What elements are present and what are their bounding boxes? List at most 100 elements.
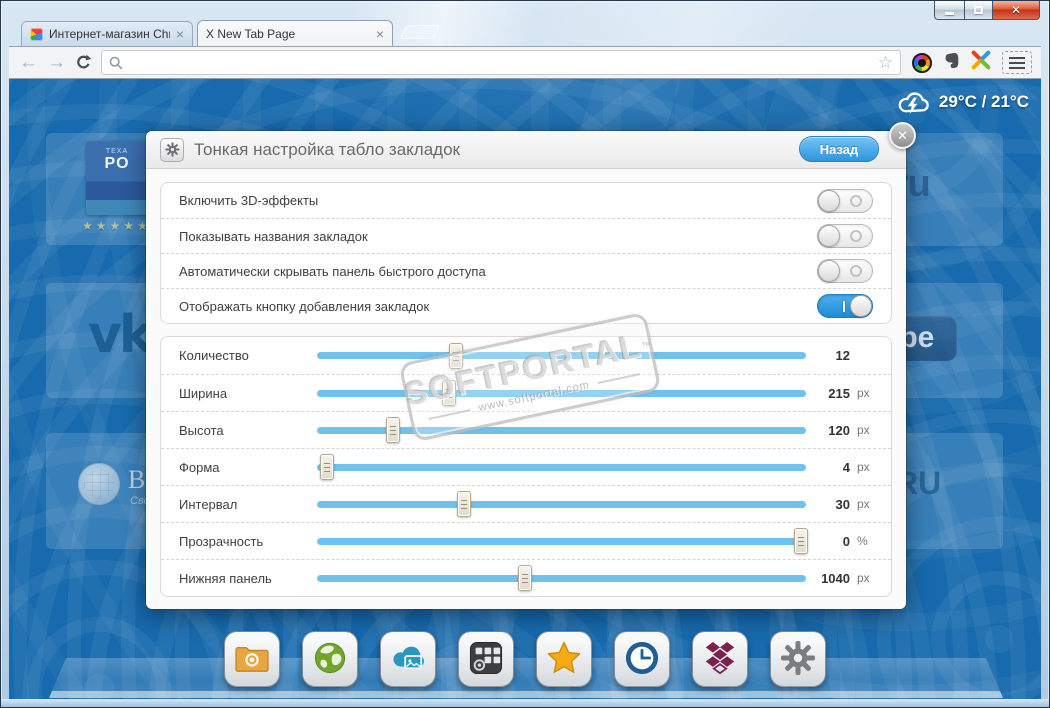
settings-gear-icon <box>780 640 816 679</box>
weather-temperature: 29°C / 21°C <box>938 92 1029 111</box>
dialog-body: Включить 3D-эффекты Показывать названия з… <box>146 169 906 597</box>
toggle-label: Автоматически скрывать панель быстрого д… <box>179 263 486 279</box>
dock-globe-button[interactable] <box>302 631 358 687</box>
tab-close-icon[interactable]: × <box>376 27 384 41</box>
slider-handle[interactable] <box>319 454 334 480</box>
toggle-switch-4[interactable] <box>817 294 873 318</box>
slider-track[interactable] <box>317 537 806 545</box>
lens-extension-icon[interactable] <box>912 52 932 73</box>
slider-value: 30 <box>835 496 850 512</box>
slider-label: Прозрачность <box>179 533 264 549</box>
dock-dropbox-button[interactable] <box>692 631 748 687</box>
back-dialog-button[interactable]: Назад <box>799 136 879 162</box>
slider-value: 215 <box>828 385 850 401</box>
slider-row-2: Ширина 215 px <box>161 374 891 411</box>
address-input[interactable] <box>129 52 872 73</box>
search-icon <box>109 56 123 69</box>
slider-value: 1040 <box>821 570 850 586</box>
slider-row-7: Нижняя панель 1040 px <box>161 559 891 596</box>
dialog-header: Тонкая настройка табло закладок Назад <box>146 131 906 169</box>
toggle-knob[interactable] <box>818 189 840 212</box>
toggle-switch-3[interactable] <box>817 259 873 283</box>
slider-3[interactable] <box>317 416 806 444</box>
slider-value: 120 <box>828 422 850 438</box>
dock-cloud-photos-button[interactable] <box>380 631 436 687</box>
titlebar[interactable]: ✕ Интернет-магазин Chrom × X New Tab Page × <box>1 1 1049 46</box>
slider-4[interactable] <box>317 453 806 481</box>
maximize-button[interactable] <box>964 1 993 20</box>
back-button[interactable]: ← <box>19 53 38 72</box>
storm-cloud-icon <box>898 92 929 115</box>
slider-5[interactable] <box>317 490 806 518</box>
tab-label: Интернет-магазин Chrom <box>49 27 170 41</box>
slider-label: Нижняя панель <box>179 570 272 586</box>
minimize-button[interactable] <box>934 1 964 20</box>
slider-track[interactable] <box>317 574 806 582</box>
dialog-close-button[interactable]: ✕ <box>889 122 916 149</box>
weather-widget[interactable]: 29°C / 21°C <box>895 88 1029 116</box>
dock-history-clock-button[interactable] <box>614 631 670 687</box>
slider-handle[interactable] <box>517 565 532 591</box>
tab-close-icon[interactable]: × <box>176 27 184 41</box>
slider-handle[interactable] <box>442 380 457 406</box>
minimize-icon <box>945 11 954 15</box>
omnibox[interactable]: ☆ <box>101 50 901 75</box>
evernote-extension-icon[interactable] <box>943 51 960 75</box>
slider-unit: px <box>857 423 870 437</box>
slider-6[interactable] <box>317 527 809 555</box>
slider-row-6: Прозрачность 0% <box>161 522 891 559</box>
toggle-row-4: Отображать кнопку добавления закладок <box>161 288 891 323</box>
toolbar: ← → ☆ <box>9 46 1041 79</box>
slider-track[interactable] <box>317 500 806 508</box>
toggle-row-2: Показывать названия закладок <box>161 218 891 253</box>
toggle-knob[interactable] <box>818 260 840 282</box>
slider-2[interactable] <box>317 379 806 407</box>
dialog-gear-badge <box>160 137 184 162</box>
toggle-switch-1[interactable] <box>817 188 873 213</box>
dock-bookmarks-star-button[interactable] <box>536 631 592 687</box>
maximize-icon <box>974 6 983 14</box>
slider-label: Форма <box>179 459 220 475</box>
reload-button[interactable] <box>75 54 92 71</box>
dropbox-icon <box>704 641 736 678</box>
slider-unit: px <box>857 460 870 474</box>
slider-value: 0 <box>842 533 850 549</box>
slider-handle[interactable] <box>794 528 809 554</box>
reload-icon <box>77 54 92 69</box>
slider-handle[interactable] <box>449 342 464 369</box>
slider-track[interactable] <box>317 389 806 397</box>
xmarks-extension-icon[interactable] <box>971 50 991 75</box>
slider-unit: px <box>857 571 870 585</box>
tab-1[interactable]: Интернет-магазин Chrom × <box>21 21 193 46</box>
slider-1[interactable] <box>317 342 806 370</box>
dock-settings-gear-button[interactable] <box>770 631 826 687</box>
dock-apps-grid-button[interactable] <box>458 631 514 687</box>
chrome-webstore-icon <box>30 27 43 41</box>
slider-label: Количество <box>179 348 249 363</box>
bookmark-star-icon[interactable]: ☆ <box>878 54 893 71</box>
slider-handle[interactable] <box>385 417 400 443</box>
new-tab-button[interactable] <box>399 25 441 39</box>
tab-2[interactable]: X New Tab Page × <box>197 20 393 46</box>
slider-handle[interactable] <box>456 491 471 517</box>
toggle-knob[interactable] <box>850 295 872 317</box>
menu-button[interactable] <box>1002 51 1032 74</box>
dialog-title: Тонкая настройка табло закладок <box>194 139 460 159</box>
slider-track[interactable] <box>317 352 806 359</box>
slider-7[interactable] <box>317 564 806 592</box>
apps-grid-icon <box>469 641 503 678</box>
poker-title-small: TEXA <box>105 148 129 155</box>
close-window-button[interactable]: ✕ <box>993 1 1040 20</box>
toggle-knob[interactable] <box>818 225 840 247</box>
tab-label: X New Tab Page <box>206 26 296 41</box>
slider-label: Ширина <box>179 385 228 401</box>
slider-row-1: Количество 12 <box>161 337 891 374</box>
tab-strip: Интернет-магазин Chrom × X New Tab Page × <box>21 20 441 46</box>
toggle-switch-2[interactable] <box>817 224 873 248</box>
dock <box>9 631 1041 687</box>
slider-track[interactable] <box>317 463 806 471</box>
forward-button[interactable]: → <box>47 53 66 72</box>
dock-folder-search-button[interactable] <box>224 631 280 687</box>
cloud-photos-icon <box>389 642 427 677</box>
slider-unit: px <box>857 386 870 400</box>
